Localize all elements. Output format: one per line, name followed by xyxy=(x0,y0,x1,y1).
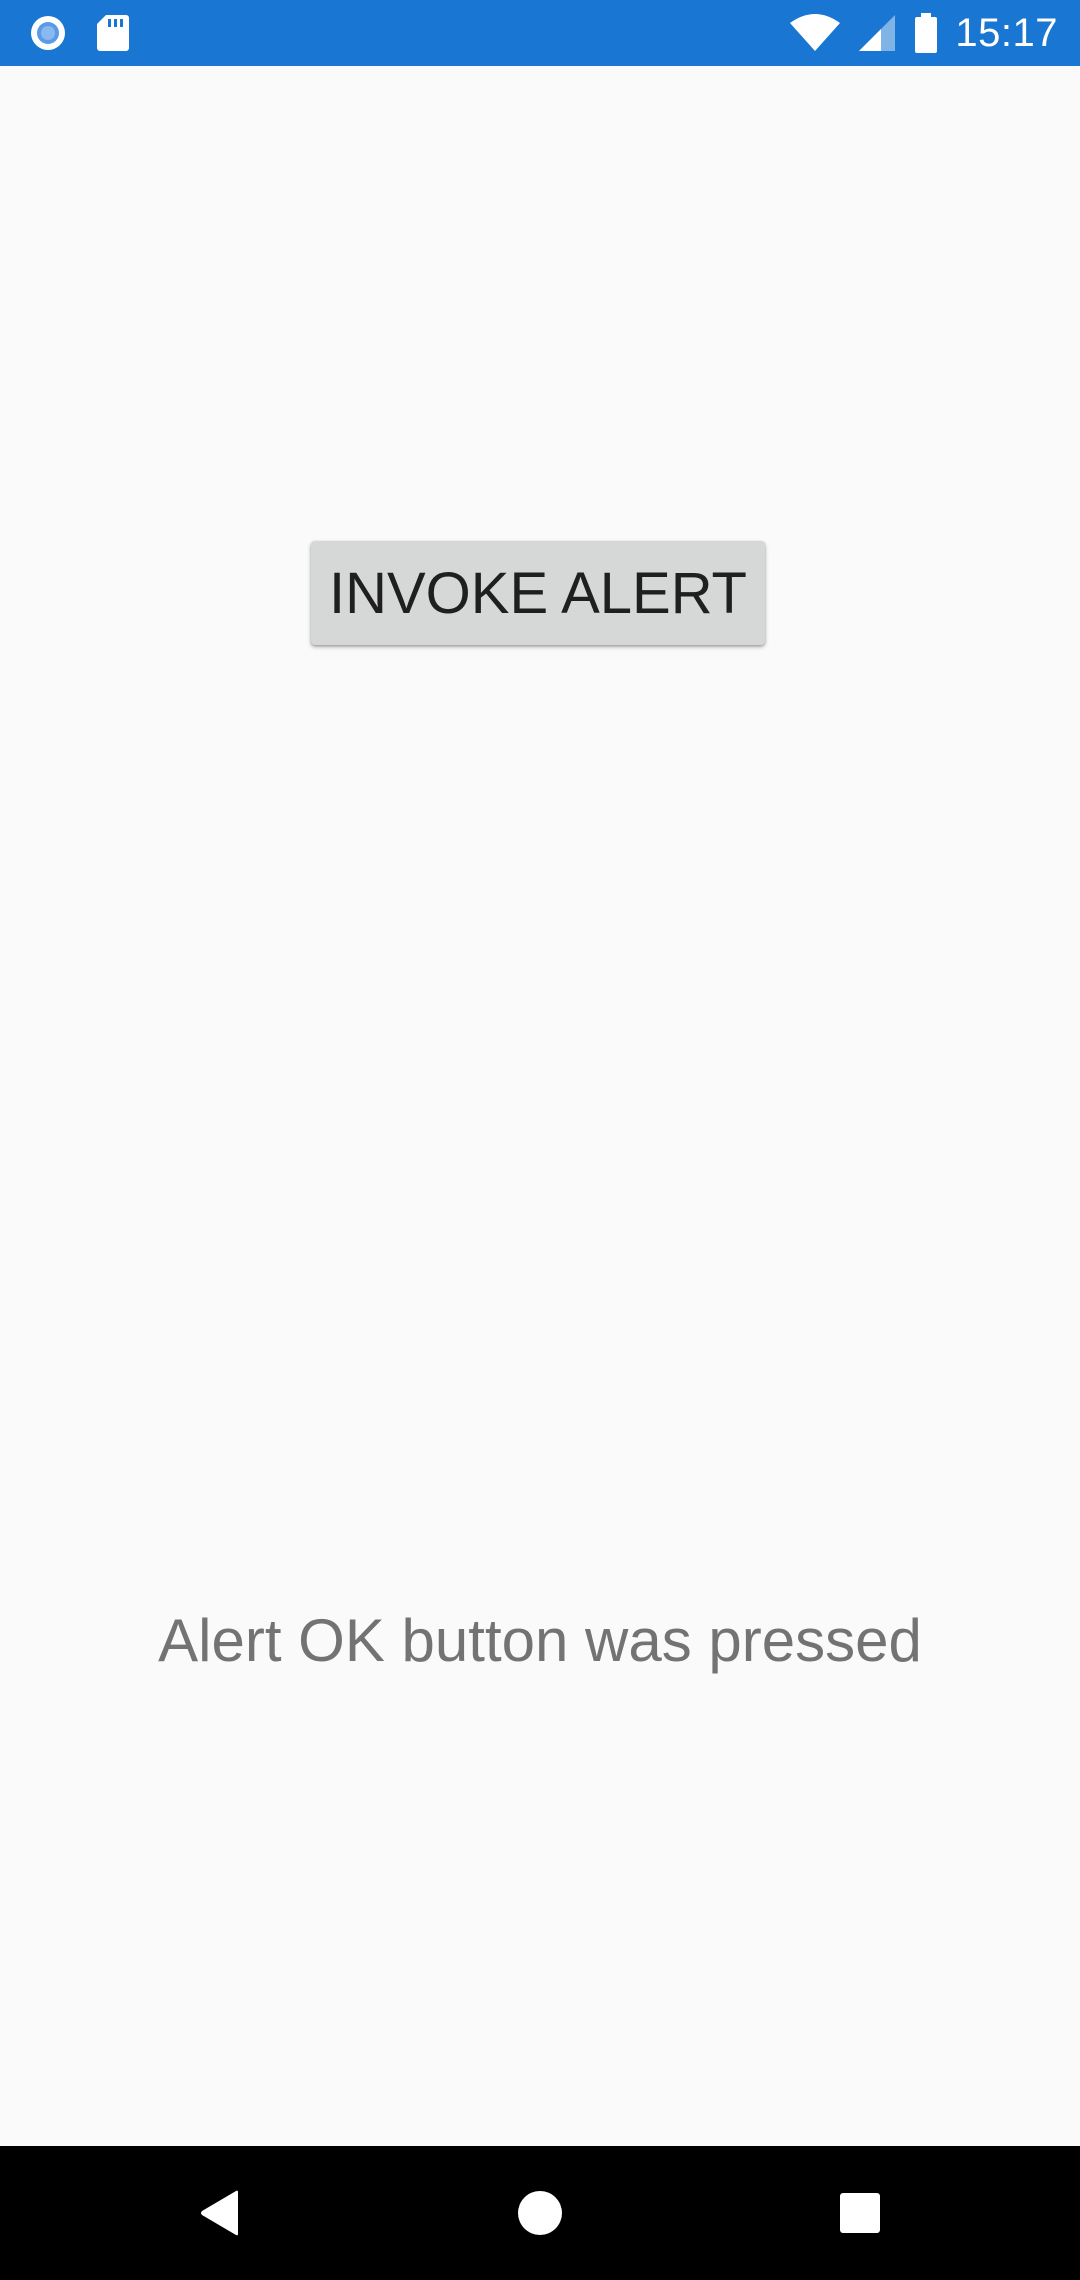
wifi-icon xyxy=(790,14,841,51)
home-icon xyxy=(518,2191,562,2235)
back-icon xyxy=(201,2190,238,2236)
navigation-bar xyxy=(0,2146,1080,2280)
battery-icon xyxy=(915,13,938,53)
status-bar-left xyxy=(28,0,130,66)
app-screen: 15:17 INVOKE ALERT Alert OK button was p… xyxy=(0,0,1080,2280)
nav-recents-button[interactable] xyxy=(780,2146,940,2280)
nav-back-button[interactable] xyxy=(140,2146,300,2280)
status-bar-time: 15:17 xyxy=(955,10,1058,55)
record-icon xyxy=(31,16,65,50)
status-bar-right: 15:17 xyxy=(789,0,1058,66)
sd-card-icon xyxy=(97,15,129,51)
invoke-alert-button[interactable]: INVOKE ALERT xyxy=(311,541,765,645)
status-bar: 15:17 xyxy=(0,0,1080,66)
nav-home-button[interactable] xyxy=(460,2146,620,2280)
cell-signal-icon xyxy=(859,15,896,51)
recents-icon xyxy=(840,2193,880,2233)
alert-result-message: Alert OK button was pressed xyxy=(158,1607,922,1674)
